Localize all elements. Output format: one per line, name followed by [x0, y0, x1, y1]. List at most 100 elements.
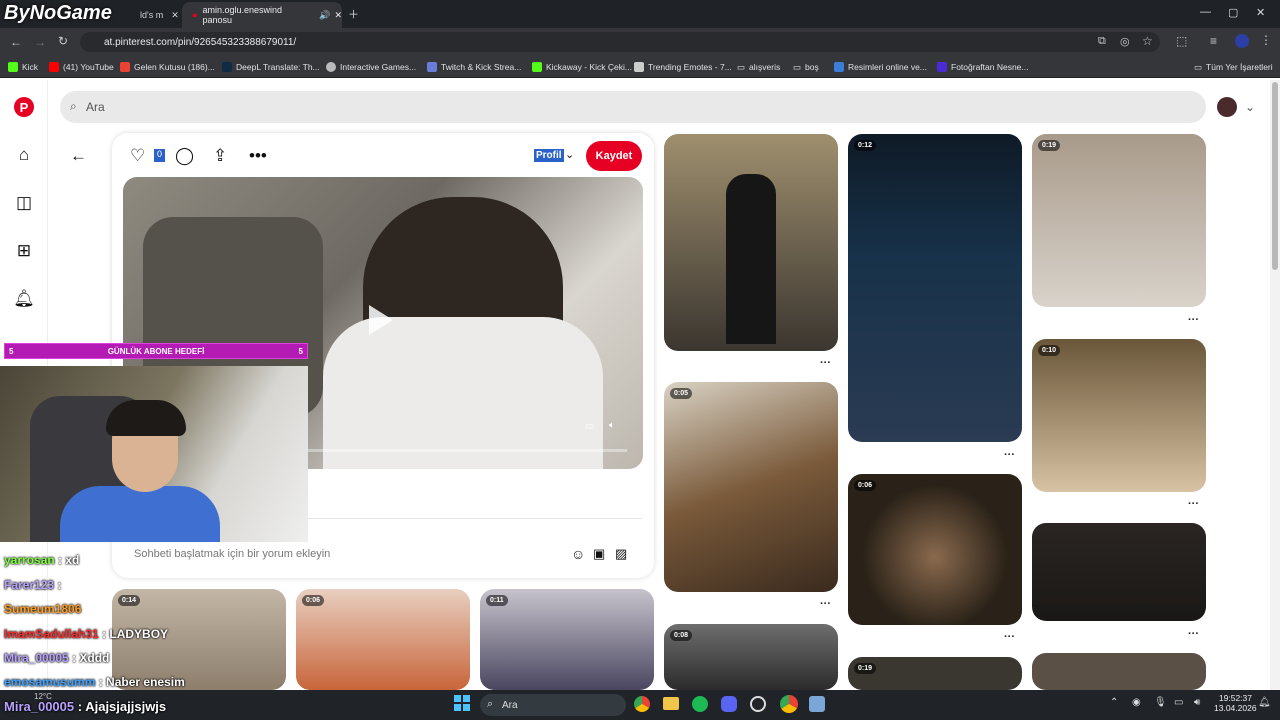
file-explorer-icon[interactable] — [663, 697, 679, 710]
eye-off-icon[interactable]: ◎ — [1120, 35, 1130, 48]
pin-tile[interactable]: 0:19 — [1032, 134, 1206, 307]
profile-dropdown[interactable]: Profil — [534, 149, 564, 162]
image-icon[interactable]: ▨ — [615, 546, 627, 562]
star-icon[interactable]: ☆ — [1142, 34, 1153, 48]
close-icon[interactable]: ✕ — [334, 10, 342, 21]
bookmark-item[interactable]: Interactive Games... — [326, 58, 416, 76]
kebab-menu-icon[interactable]: ⋮ — [1260, 33, 1272, 47]
more-icon[interactable]: ··· — [1188, 498, 1199, 510]
bookmark-item[interactable]: (41) YouTube — [49, 58, 114, 76]
url-field[interactable]: at.pinterest.com/pin/926545323388679011/ — [80, 32, 1160, 52]
bookmark-item[interactable]: Fotoğraftan Nesne... — [937, 58, 1029, 76]
more-icon[interactable]: ··· — [1004, 449, 1015, 461]
new-tab-icon[interactable]: ＋ — [348, 6, 359, 22]
forward-icon[interactable]: → — [34, 35, 46, 49]
heart-icon[interactable]: ♡ — [130, 146, 145, 166]
back-arrow-icon[interactable]: ← — [70, 146, 87, 166]
pin-tile[interactable]: 0:08 — [664, 624, 838, 690]
pin-tile[interactable]: 0:12 — [848, 134, 1022, 442]
spotify-icon[interactable] — [692, 696, 708, 712]
goal-current: 5 — [9, 346, 14, 356]
pin-tile[interactable]: 0:06 — [848, 474, 1022, 625]
minimize-icon[interactable]: — — [1200, 6, 1211, 18]
bookmark-item[interactable]: Resimleri online ve... — [834, 58, 927, 76]
all-bookmarks[interactable]: ▭ Tüm Yer İşaretleri — [1194, 58, 1273, 76]
notifications-icon[interactable]: 🔔︎ — [12, 287, 36, 311]
window-close-icon[interactable]: ✕ — [1256, 6, 1265, 19]
bookmark-item[interactable]: Kick — [8, 58, 38, 76]
captions-icon[interactable]: ▭ — [585, 421, 594, 432]
tab-inactive[interactable]: ld's m ✕ — [130, 2, 180, 28]
obs-icon[interactable] — [750, 696, 766, 712]
more-icon[interactable]: ••• — [249, 146, 267, 166]
pin-tile[interactable]: 0:19 — [848, 657, 1022, 690]
speaker-icon[interactable]: 🔊 — [319, 10, 330, 21]
avatar[interactable] — [1217, 97, 1237, 117]
reload-icon[interactable]: ↻ — [58, 34, 68, 48]
mic-icon[interactable]: 🎙︎ — [1154, 697, 1167, 708]
chevron-down-icon[interactable]: ⌄ — [565, 148, 574, 161]
search-input[interactable]: ⌕ Ara — [60, 91, 1206, 123]
folder-icon: ▭ — [793, 61, 802, 72]
menu-list-icon[interactable]: ≡ — [1210, 34, 1217, 48]
bookmark-folder[interactable]: ▭ boş — [793, 58, 819, 76]
pin-tile[interactable]: 0:10 — [1032, 339, 1206, 492]
search-icon: ⌕ — [487, 698, 494, 710]
tray-chevron-icon[interactable]: ⌃ — [1110, 697, 1118, 708]
video-progress[interactable] — [307, 449, 627, 452]
create-icon[interactable]: ⊞ — [12, 239, 36, 263]
install-icon[interactable]: ⧉ — [1098, 35, 1106, 48]
comment-input[interactable]: Sohbeti başlatmak için bir yorum ekleyin — [124, 540, 644, 568]
chrome-active-icon[interactable] — [780, 695, 798, 713]
pin-tile[interactable]: 0:06 — [296, 589, 470, 690]
maximize-icon[interactable]: ▢ — [1228, 6, 1238, 19]
home-icon[interactable]: ⌂ — [12, 143, 36, 167]
sticker-icon[interactable]: ▣ — [593, 546, 605, 562]
goal-target: 5 — [298, 346, 303, 356]
bookmark-item[interactable]: Gelen Kutusu (186)... — [120, 58, 215, 76]
bookmark-item[interactable]: Trending Emotes - 7... — [634, 58, 732, 76]
tab-active[interactable]: ● amin.oglu.eneswind panosu 🔊 ✕ — [182, 2, 342, 28]
more-icon[interactable]: ··· — [1188, 314, 1199, 326]
close-icon[interactable]: ✕ — [171, 10, 179, 21]
bookmark-item[interactable]: Kickaway - Kick Çeki... — [532, 58, 632, 76]
pin-tile[interactable] — [664, 134, 838, 351]
share-icon[interactable]: ⇪ — [213, 146, 227, 166]
comment-icon[interactable]: ◯ — [175, 146, 194, 166]
clock[interactable]: 19:52:37 13.04.2026 — [1214, 693, 1257, 713]
chrome-icon[interactable] — [634, 696, 650, 712]
more-icon[interactable]: ··· — [820, 357, 831, 369]
pin-tile[interactable]: 0:05 — [664, 382, 838, 592]
profile-avatar[interactable] — [1235, 34, 1249, 48]
duration-badge: 0:06 — [302, 595, 325, 606]
play-icon[interactable] — [369, 305, 393, 335]
more-icon[interactable]: ··· — [1004, 631, 1015, 643]
taskbar-search[interactable]: ⌕ Ara — [480, 694, 626, 716]
chat-message: Mira_00005 : Xddd — [4, 651, 109, 665]
back-icon[interactable]: ← — [10, 35, 22, 49]
app-icon[interactable] — [809, 696, 825, 712]
emoji-icon[interactable]: ☺ — [571, 546, 585, 562]
pin-tile[interactable] — [1032, 523, 1206, 621]
volume-icon[interactable]: 🔈︎ — [609, 420, 615, 431]
windows-start-icon[interactable] — [454, 695, 470, 711]
explore-icon[interactable]: ◫ — [12, 191, 36, 215]
chevron-down-icon[interactable]: ⌄ — [1245, 100, 1255, 114]
save-button[interactable]: Kaydet — [586, 141, 642, 171]
speaker-icon[interactable]: 🔊︎ — [1194, 697, 1200, 708]
more-icon[interactable]: ··· — [1188, 628, 1199, 640]
bookmark-item[interactable]: DeepL Translate: Th... — [222, 58, 320, 76]
tray-discord-icon[interactable]: ◉ — [1132, 697, 1141, 708]
pin-tile[interactable] — [1032, 653, 1206, 690]
chat-text: : LADYBOY — [102, 627, 169, 641]
scrollbar-thumb[interactable] — [1272, 82, 1278, 270]
network-icon[interactable]: ▭ — [1174, 697, 1183, 708]
pin-tile[interactable]: 0:11 — [480, 589, 654, 690]
discord-icon[interactable] — [721, 696, 737, 712]
extensions-icon[interactable]: ⬚ — [1176, 34, 1187, 48]
pinterest-logo-icon[interactable]: P — [14, 97, 34, 117]
bookmark-folder[interactable]: ▭ alışveris — [737, 58, 780, 76]
bookmark-item[interactable]: Twitch & Kick Strea... — [427, 58, 521, 76]
notification-bell-icon[interactable]: 🔔︎ — [1258, 697, 1271, 708]
more-icon[interactable]: ··· — [820, 598, 831, 610]
